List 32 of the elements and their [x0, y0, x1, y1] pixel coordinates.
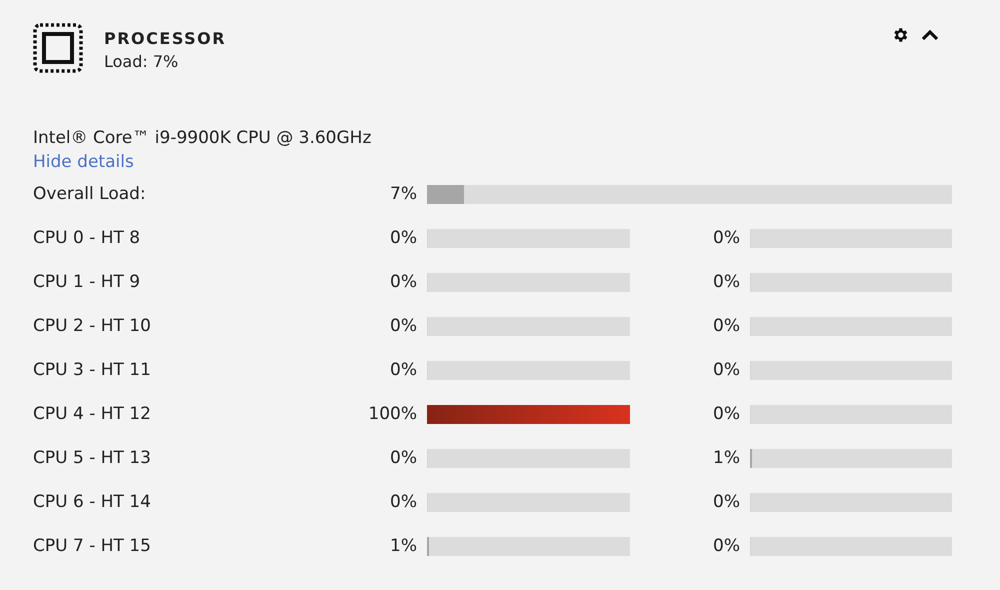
row-label: CPU 2 - HT 10 — [33, 316, 152, 336]
load-reading: 0% — [389, 360, 417, 380]
load-reading: 0% — [389, 492, 417, 512]
load-reading: 0% — [712, 536, 740, 556]
row-label: CPU 3 - HT 11 — [33, 360, 152, 380]
cpu-model: Intel® Core™ i9-9900K CPU @ 3.60GHz — [33, 128, 372, 148]
load-reading: 0% — [389, 316, 417, 336]
row-label: CPU 4 - HT 12 — [33, 404, 152, 424]
load-reading: 0% — [712, 228, 740, 248]
row-label: CPU 0 - HT 8 — [33, 228, 142, 248]
row-label: Overall Load: — [33, 184, 147, 204]
load-reading: 0% — [712, 316, 740, 336]
load-reading: 0% — [389, 272, 417, 292]
row-label: CPU 6 - HT 14 — [33, 492, 152, 512]
load-reading: 1% — [712, 448, 740, 468]
load-reading: 100% — [367, 404, 417, 424]
load-reading: 0% — [712, 404, 740, 424]
hide-details-link[interactable]: Hide details — [33, 152, 134, 172]
panel-title: PROCESSOR — [104, 29, 228, 48]
load-reading: 0% — [712, 360, 740, 380]
load-reading: 7% — [389, 184, 417, 204]
load-reading: 0% — [389, 228, 417, 248]
row-label: CPU 7 - HT 15 — [33, 536, 152, 556]
load-reading: 0% — [712, 492, 740, 512]
load-reading: 0% — [712, 272, 740, 292]
row-label: CPU 5 - HT 13 — [33, 448, 152, 468]
processor-chip-icon — [33, 23, 83, 73]
collapse-icon[interactable] — [921, 29, 939, 41]
load-summary: Load: 7% — [104, 52, 180, 71]
load-reading: 1% — [389, 536, 417, 556]
load-reading: 0% — [389, 448, 417, 468]
row-label: CPU 1 - HT 9 — [33, 272, 142, 292]
